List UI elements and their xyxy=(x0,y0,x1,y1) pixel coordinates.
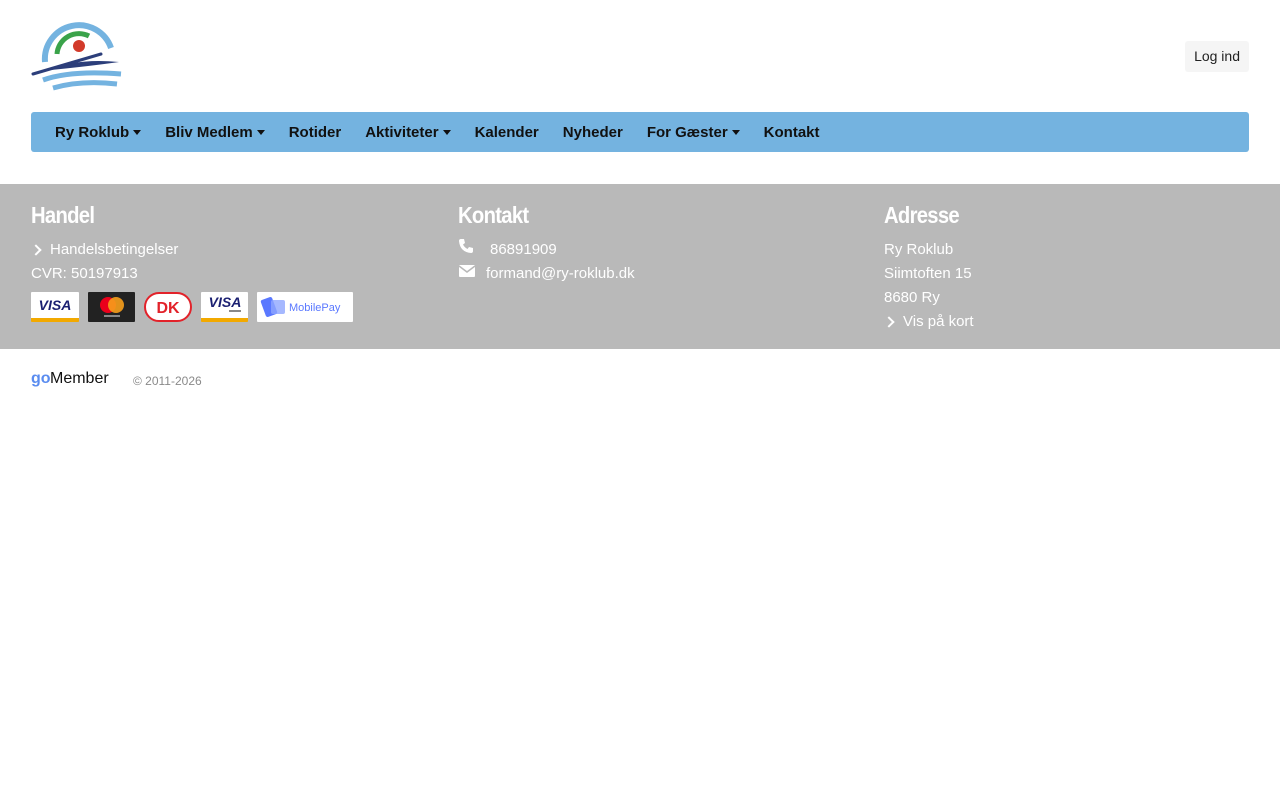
nav-label: Ry Roklub xyxy=(55,123,130,141)
site-footer: Handel Handelsbetingelser CVR: 50197913 … xyxy=(0,184,1280,349)
payment-icons: VISA DK VISA MobilePay xyxy=(31,292,353,322)
footer-kontakt: Kontakt 86891909 formand@ry-roklub.dk xyxy=(458,198,635,286)
main-navigation: Ry Roklub Bliv Medlem Rotider Aktivitete… xyxy=(31,112,1249,152)
phone-icon xyxy=(458,238,478,262)
nav-item-aktiviteter[interactable]: Aktiviteter xyxy=(353,124,462,141)
email-address: formand@ry-roklub.dk xyxy=(486,265,635,282)
svg-text:Member: Member xyxy=(50,370,109,387)
nav-item-kalender[interactable]: Kalender xyxy=(463,124,551,141)
phone-number: 86891909 xyxy=(490,241,557,258)
visa-electron-icon: VISA xyxy=(201,292,248,322)
nav-item-rotider[interactable]: Rotider xyxy=(277,124,354,141)
club-logo[interactable] xyxy=(31,18,127,94)
nav-label: Kalender xyxy=(474,123,539,141)
dankort-icon: DK xyxy=(144,292,192,322)
svg-text:go: go xyxy=(31,370,51,387)
svg-text:DK: DK xyxy=(156,300,180,317)
chevron-down-icon xyxy=(133,130,142,135)
footer-handel: Handel Handelsbetingelser CVR: 50197913 … xyxy=(30,198,353,322)
address-city: 8680 Ry xyxy=(884,289,940,306)
terms-link[interactable]: Handelsbetingelser xyxy=(30,238,353,262)
nav-item-nyheder[interactable]: Nyheder xyxy=(551,124,635,141)
chevron-right-icon xyxy=(883,316,895,328)
footer-heading: Kontakt xyxy=(458,202,529,228)
mastercard-icon xyxy=(88,292,135,322)
envelope-icon xyxy=(458,262,478,286)
svg-text:VISA: VISA xyxy=(39,297,72,313)
terms-link-label: Handelsbetingelser xyxy=(50,241,179,258)
gomember-logo[interactable]: go Member xyxy=(31,368,121,393)
chevron-down-icon xyxy=(442,130,451,135)
nav-item-for-gaester[interactable]: For Gæster xyxy=(635,124,752,141)
address-street: Siimtoften 15 xyxy=(884,265,972,282)
footer-adresse: Adresse Ry Roklub Siimtoften 15 8680 Ry … xyxy=(883,198,974,334)
address-name: Ry Roklub xyxy=(884,241,954,258)
nav-label: Rotider xyxy=(288,123,342,141)
map-link-label: Vis på kort xyxy=(903,313,974,330)
copyright-text: © 2011-2026 xyxy=(133,373,202,388)
nav-item-kontakt[interactable]: Kontakt xyxy=(752,124,832,141)
bottom-bar: go Member © 2011-2026 xyxy=(31,368,202,393)
svg-text:VISA: VISA xyxy=(208,294,241,310)
footer-heading: Adresse xyxy=(884,202,960,228)
nav-item-ry-roklub[interactable]: Ry Roklub xyxy=(43,124,153,141)
nav-label: Aktiviteter xyxy=(365,123,439,141)
chevron-down-icon xyxy=(731,130,740,135)
nav-label: Bliv Medlem xyxy=(165,123,253,141)
phone-link[interactable]: 86891909 xyxy=(458,238,635,262)
map-link[interactable]: Vis på kort xyxy=(883,310,974,334)
mobilepay-icon: MobilePay xyxy=(257,292,353,322)
footer-heading: Handel xyxy=(31,202,95,228)
visa-icon: VISA xyxy=(31,292,79,322)
chevron-down-icon xyxy=(256,130,265,135)
cvr-text: CVR: 50197913 xyxy=(31,265,138,282)
nav-item-bliv-medlem[interactable]: Bliv Medlem xyxy=(153,124,277,141)
email-link[interactable]: formand@ry-roklub.dk xyxy=(458,262,635,286)
login-button[interactable]: Log ind xyxy=(1185,41,1249,72)
svg-text:MobilePay: MobilePay xyxy=(289,302,341,314)
nav-label: Nyheder xyxy=(562,123,623,141)
nav-label: Kontakt xyxy=(763,123,820,141)
chevron-right-icon xyxy=(30,244,42,256)
nav-label: For Gæster xyxy=(646,123,728,141)
site-header: Log ind xyxy=(0,0,1280,112)
